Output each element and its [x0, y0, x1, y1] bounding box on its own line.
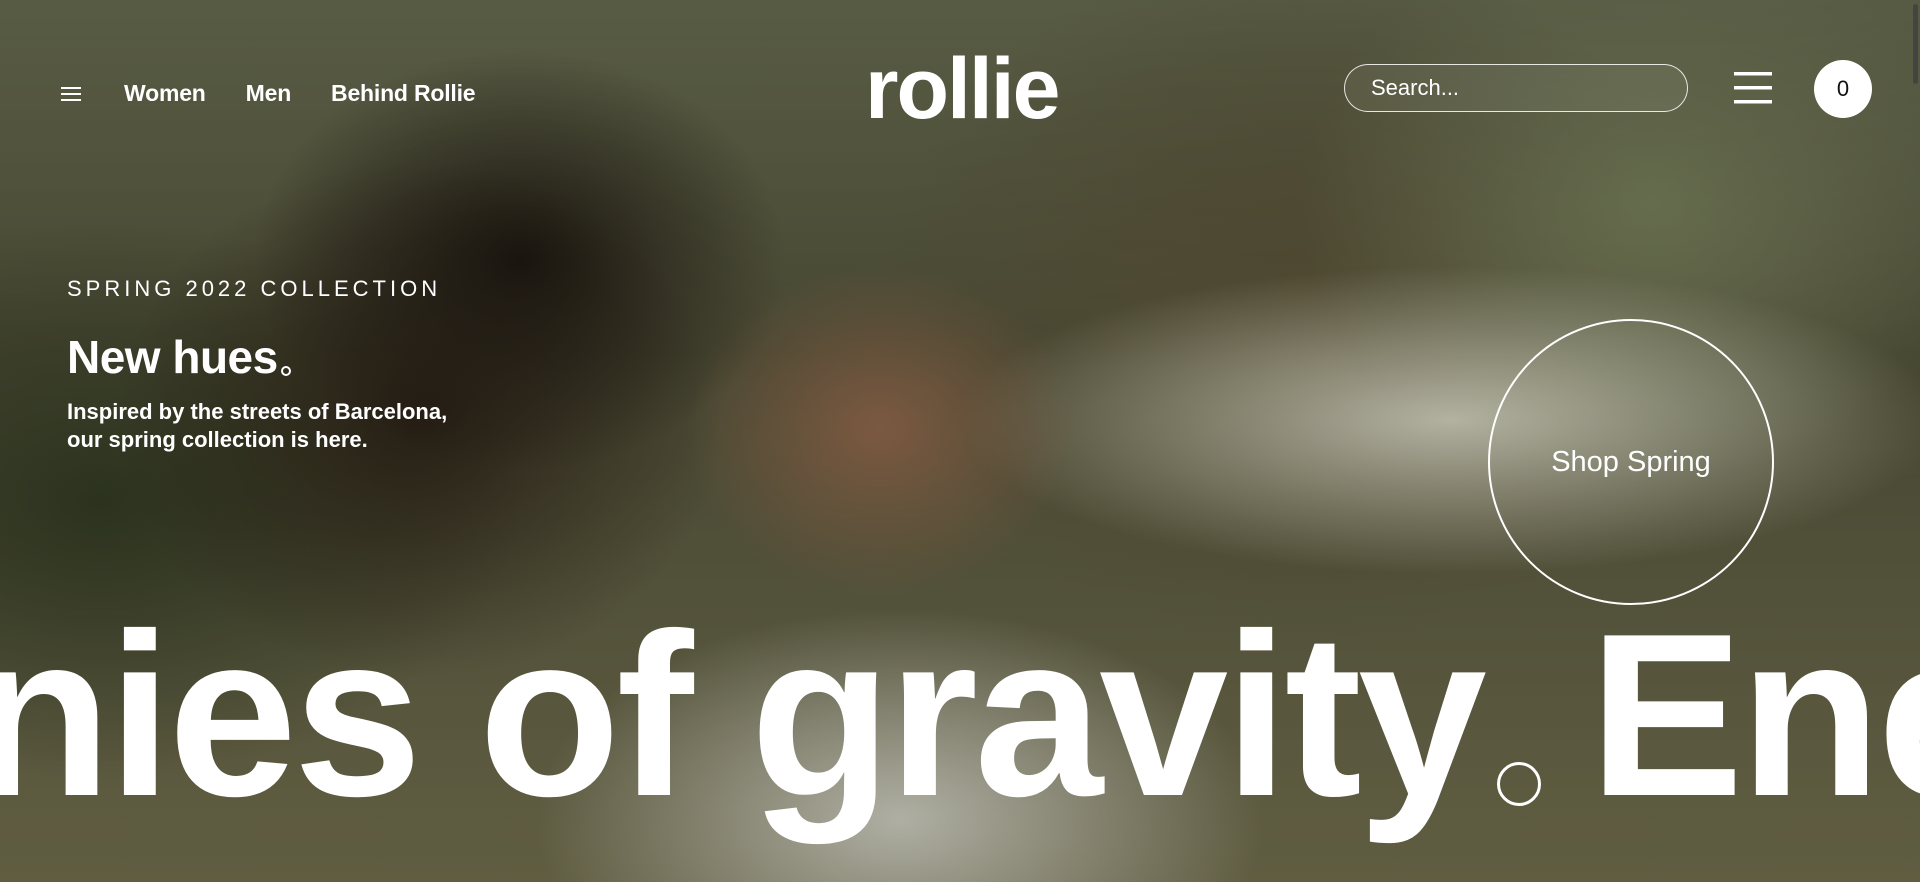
brand-logo[interactable]: rollie [865, 46, 1061, 132]
search-input[interactable] [1345, 65, 1687, 111]
nav-link-women[interactable]: Women [124, 80, 206, 107]
marquee-ring-icon [1496, 762, 1541, 806]
hero-headline: New hues [67, 330, 291, 384]
shop-spring-label: Shop Spring [1551, 445, 1711, 478]
collection-eyebrow: SPRING 2022 COLLECTION [67, 276, 442, 301]
cart-button[interactable]: 0 [1814, 60, 1872, 118]
menu-hamburger-icon[interactable] [1734, 70, 1772, 106]
cart-count: 0 [1836, 76, 1850, 101]
search-field[interactable] [1344, 64, 1688, 112]
nav-link-men[interactable]: Men [246, 80, 292, 107]
marquee-text-before: nies of gravity [0, 586, 1487, 845]
headline-dot-icon [280, 366, 291, 376]
hero-subtext-line-1: Inspired by the streets of Barcelona, [67, 399, 448, 424]
hamburger-menu-icon[interactable] [60, 84, 82, 104]
marquee-text-after: Ene [1588, 586, 1920, 845]
primary-nav: Women Men Behind Rollie [60, 80, 515, 107]
page-scrollbar[interactable] [1910, 0, 1920, 882]
marquee-text: nies of gravity Ene [0, 600, 1920, 832]
hero-subtext: Inspired by the streets of Barcelona, ou… [67, 398, 447, 454]
shop-spring-button[interactable]: Shop Spring [1488, 319, 1774, 605]
hero-headline-text: New hues [67, 331, 278, 383]
scrollbar-thumb[interactable] [1913, 4, 1918, 84]
hero-section: Women Men Behind Rollie rollie 0 SPRING … [0, 0, 1920, 882]
hero-subtext-line-2: our spring collection is here. [67, 427, 368, 452]
nav-link-behind-rollie[interactable]: Behind Rollie [331, 80, 476, 107]
